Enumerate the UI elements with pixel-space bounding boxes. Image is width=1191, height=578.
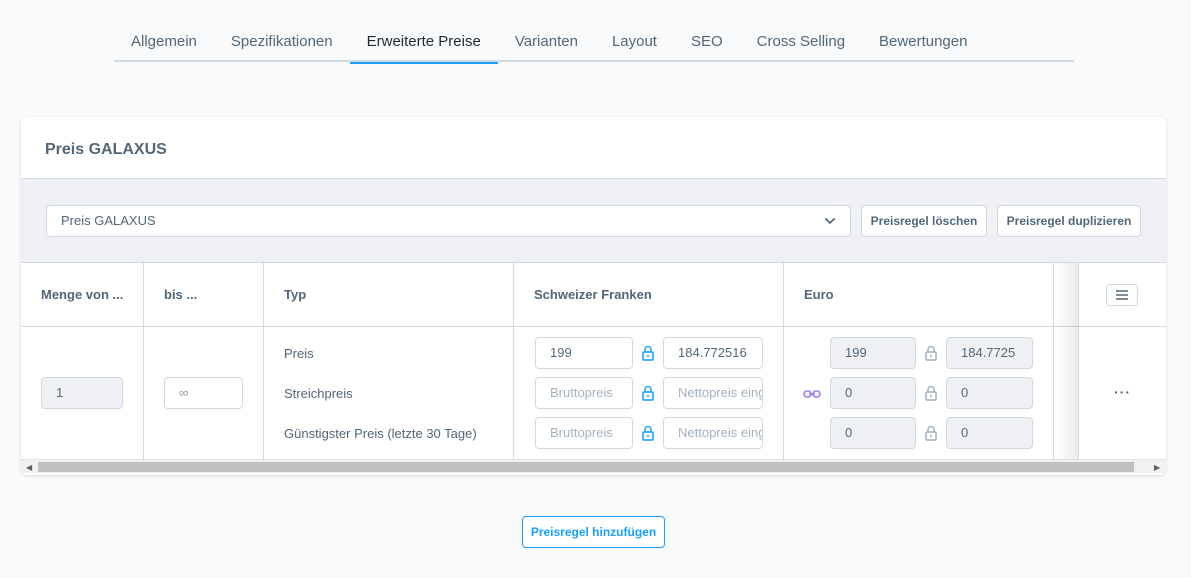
link-icon[interactable] (803, 389, 821, 399)
tab-bar: Allgemein Spezifikationen Erweiterte Pre… (114, 24, 1074, 64)
horizontal-scrollbar[interactable]: ◀ ▶ (21, 459, 1166, 473)
delete-rule-button[interactable]: Preisregel löschen (861, 205, 987, 237)
menu-icon (1116, 290, 1128, 300)
tab-erweiterte-preise[interactable]: Erweiterte Preise (349, 24, 498, 64)
rule-select[interactable]: Preis GALAXUS (46, 205, 851, 237)
column-divider (1078, 263, 1079, 459)
chf-net-price-input[interactable]: 184.772516 (663, 337, 763, 369)
eur-gross-lowest-price-input[interactable]: 0 (830, 417, 916, 449)
chf-gross-lowest-price-input[interactable]: Bruttopreis (535, 417, 633, 449)
price-rule-card: Preis GALAXUS Preis GALAXUS Preisregel l… (21, 117, 1166, 475)
qty-from-input[interactable]: 1 (41, 377, 123, 409)
eur-gross-price-input[interactable]: 199 (830, 337, 916, 369)
tab-varianten[interactable]: Varianten (498, 24, 595, 62)
eur-gross-list-price-input[interactable]: 0 (830, 377, 916, 409)
row-actions-button[interactable]: ··· (1114, 384, 1131, 400)
qty-to-input[interactable]: ∞ (164, 377, 243, 409)
rule-toolbar: Preis GALAXUS Preisregel löschen Preisre… (21, 179, 1166, 263)
row-type-price: Preis (284, 346, 314, 361)
column-divider (143, 263, 144, 459)
lock-icon[interactable] (642, 425, 654, 441)
chf-gross-list-price-input[interactable]: Bruttopreis (535, 377, 633, 409)
eur-net-lowest-price-input[interactable]: 0 (946, 417, 1033, 449)
lock-icon[interactable] (642, 345, 654, 361)
column-divider (783, 263, 784, 459)
row-type-list-price: Streichpreis (284, 386, 353, 401)
header-qty-to: bis ... (164, 287, 198, 302)
sticky-column-shadow (1054, 263, 1078, 459)
tab-allgemein[interactable]: Allgemein (114, 24, 214, 62)
chf-net-list-price-input[interactable]: Nettopreis eingeben (663, 377, 763, 409)
scroll-right-icon[interactable]: ▶ (1154, 463, 1160, 472)
eur-net-price-input[interactable]: 184.7725 (946, 337, 1033, 369)
tab-cross-selling[interactable]: Cross Selling (740, 24, 862, 62)
price-table: Menge von ... bis ... Typ Schweizer Fran… (21, 263, 1166, 459)
tab-seo[interactable]: SEO (674, 24, 740, 62)
column-divider (513, 263, 514, 459)
eur-net-list-price-input[interactable]: 0 (946, 377, 1033, 409)
header-eur: Euro (804, 287, 834, 302)
lock-icon[interactable] (642, 385, 654, 401)
card-header: Preis GALAXUS (21, 117, 1166, 179)
rule-select-value: Preis GALAXUS (61, 213, 156, 228)
lock-icon (925, 345, 937, 361)
header-qty-from: Menge von ... (41, 287, 124, 302)
chf-gross-price-input[interactable]: 199 (535, 337, 633, 369)
chevron-down-icon (825, 218, 835, 224)
header-type: Typ (284, 287, 307, 302)
lock-icon (925, 425, 937, 441)
header-chf: Schweizer Franken (534, 287, 652, 302)
column-settings-button[interactable] (1106, 284, 1138, 306)
duplicate-rule-button[interactable]: Preisregel duplizieren (997, 205, 1141, 237)
tab-spezifikationen[interactable]: Spezifikationen (214, 24, 350, 62)
chf-net-lowest-price-input[interactable]: Nettopreis eingeben (663, 417, 763, 449)
card-title: Preis GALAXUS (45, 141, 167, 158)
lock-icon (925, 385, 937, 401)
tab-bewertungen[interactable]: Bewertungen (862, 24, 984, 62)
table-header: Menge von ... bis ... Typ Schweizer Fran… (21, 263, 1166, 327)
row-type-lowest-price: Günstigster Preis (letzte 30 Tage) (284, 426, 477, 441)
scrollbar-thumb[interactable] (38, 462, 1134, 472)
tab-layout[interactable]: Layout (595, 24, 674, 62)
scroll-left-icon[interactable]: ◀ (26, 463, 32, 472)
add-price-rule-button[interactable]: Preisregel hinzufügen (522, 516, 665, 548)
column-divider (263, 263, 264, 459)
